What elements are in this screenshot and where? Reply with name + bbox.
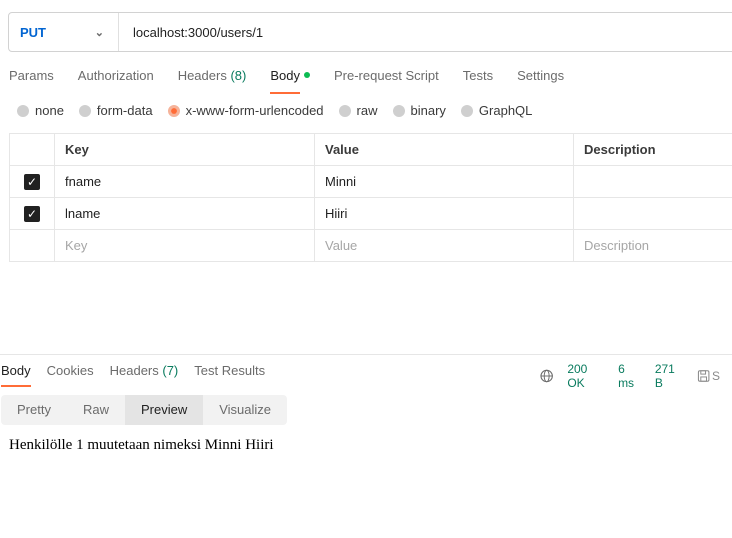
response-tab-test-results[interactable]: Test Results <box>194 362 265 380</box>
view-visualize[interactable]: Visualize <box>203 395 287 425</box>
header-description: Description <box>573 133 732 166</box>
radio-icon <box>17 104 29 117</box>
header-checkbox-cell <box>9 133 55 166</box>
row-key[interactable]: fname <box>54 165 315 198</box>
row-value[interactable]: Hiiri <box>314 197 574 230</box>
radio-none[interactable]: none <box>17 103 64 118</box>
tab-params[interactable]: Params <box>9 66 54 88</box>
response-tabs: Body Cookies Headers (7) Test Results <box>1 362 281 387</box>
header-value: Value <box>314 133 574 166</box>
tab-body[interactable]: Body <box>270 66 310 94</box>
radio-icon <box>338 104 351 117</box>
radio-raw[interactable]: raw <box>338 103 378 118</box>
table-row: ✓ lname Hiiri <box>9 197 732 230</box>
tab-pre-request-script[interactable]: Pre-request Script <box>334 66 439 88</box>
save-response-label[interactable]: S <box>712 369 720 383</box>
new-key-input[interactable]: Key <box>54 229 315 262</box>
body-type-options: none form-data x-www-form-urlencoded raw… <box>17 103 547 118</box>
tab-headers[interactable]: Headers (8) <box>178 66 247 88</box>
radio-graphql[interactable]: GraphQL <box>460 103 532 118</box>
row-checkbox[interactable]: ✓ <box>24 173 40 190</box>
header-key: Key <box>54 133 315 166</box>
radio-icon <box>460 104 473 117</box>
view-pretty[interactable]: Pretty <box>1 395 67 425</box>
tab-authorization[interactable]: Authorization <box>78 66 154 88</box>
radio-x-www-form-urlencoded[interactable]: x-www-form-urlencoded <box>167 103 324 118</box>
new-value-input[interactable]: Value <box>314 229 574 262</box>
save-icon[interactable] <box>697 369 710 383</box>
table-header-row: Key Value Description <box>9 133 732 166</box>
response-headers-count: (7) <box>162 363 179 378</box>
view-mode-switch: Pretty Raw Preview Visualize <box>1 395 288 425</box>
method-label: PUT <box>20 24 46 40</box>
url-input[interactable]: localhost:3000/users/1 <box>119 25 263 40</box>
response-tab-body[interactable]: Body <box>1 362 31 387</box>
chevron-down-icon: ⌄ <box>94 26 104 39</box>
response-tab-cookies[interactable]: Cookies <box>47 362 94 380</box>
response-size[interactable]: 271 B <box>655 362 685 390</box>
row-checkbox[interactable]: ✓ <box>24 205 40 222</box>
radio-icon <box>392 104 405 117</box>
request-tabs: Params Authorization Headers (8) Body Pr… <box>9 66 588 94</box>
status-badge[interactable]: 200 OK <box>567 362 606 390</box>
radio-binary[interactable]: binary <box>392 103 446 118</box>
body-indicator-dot <box>303 72 310 78</box>
globe-icon[interactable] <box>540 369 553 383</box>
tab-tests[interactable]: Tests <box>463 66 493 88</box>
tab-settings[interactable]: Settings <box>517 66 564 88</box>
radio-form-data[interactable]: form-data <box>78 103 153 118</box>
new-description-input[interactable]: Description <box>573 229 732 262</box>
response-time[interactable]: 6 ms <box>618 362 643 390</box>
radio-icon <box>78 104 91 117</box>
row-value[interactable]: Minni <box>314 165 574 198</box>
response-tab-headers[interactable]: Headers (7) <box>110 362 179 380</box>
request-bar: PUT ⌄ localhost:3000/users/1 <box>8 12 732 52</box>
row-key[interactable]: lname <box>54 197 315 230</box>
row-description[interactable] <box>573 197 732 230</box>
view-raw[interactable]: Raw <box>67 395 125 425</box>
response-divider <box>0 354 732 355</box>
params-table: Key Value Description ✓ fname Minni ✓ ln… <box>9 133 732 262</box>
response-preview-text: Henkilölle 1 muutetaan nimeksi Minni Hii… <box>9 437 274 453</box>
response-meta: 200 OK 6 ms 271 B S <box>540 362 732 390</box>
table-row: ✓ fname Minni <box>9 165 732 198</box>
view-preview[interactable]: Preview <box>124 395 204 425</box>
method-select[interactable]: PUT ⌄ <box>9 13 119 51</box>
row-description[interactable] <box>573 165 732 198</box>
table-row-new: Key Value Description <box>9 229 732 262</box>
headers-count: (8) <box>230 68 247 83</box>
radio-checked-icon <box>167 104 180 117</box>
